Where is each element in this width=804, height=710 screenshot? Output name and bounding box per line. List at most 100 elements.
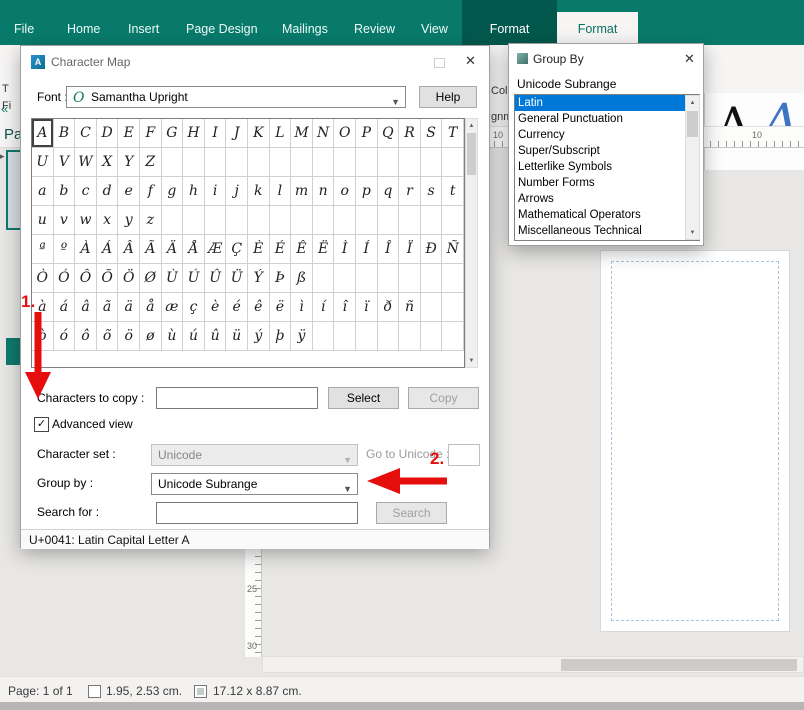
char-cell[interactable]: ï [356, 293, 378, 322]
group-by-list-item[interactable]: Number Forms [515, 175, 699, 191]
char-cell[interactable]: ä [118, 293, 140, 322]
group-by-list-item[interactable]: Latin [515, 95, 699, 111]
copy-button[interactable]: Copy [408, 387, 479, 409]
char-cell[interactable] [312, 322, 335, 351]
char-cell[interactable]: K [248, 119, 270, 148]
char-cell[interactable]: m [291, 177, 313, 206]
char-cell[interactable]: Þ [269, 264, 292, 293]
char-cell[interactable]: ö [118, 322, 140, 351]
char-cell[interactable]: ú [183, 322, 205, 351]
char-cell[interactable]: d [96, 177, 119, 206]
char-cell[interactable]: E [118, 119, 140, 148]
panel-arrow-icon[interactable]: ▸ [0, 151, 5, 162]
char-cell[interactable]: Ò [32, 264, 54, 293]
char-cell[interactable]: ã [96, 293, 119, 322]
char-cell[interactable]: Ñ [442, 235, 464, 264]
grid-scrollbar[interactable]: ▲ ▼ [465, 118, 478, 368]
char-cell[interactable]: W [75, 148, 97, 177]
char-cell[interactable] [420, 206, 443, 235]
char-cell[interactable] [183, 206, 205, 235]
char-cell[interactable]: è [204, 293, 227, 322]
group-by-dropdown[interactable]: Unicode Subrange ▼ [151, 473, 358, 495]
char-cell[interactable]: ò [32, 322, 54, 351]
char-cell[interactable] [269, 206, 292, 235]
char-cell[interactable]: k [248, 177, 270, 206]
tab-view[interactable]: View [421, 22, 448, 36]
close-icon[interactable]: ✕ [465, 53, 476, 69]
scroll-up-icon[interactable]: ▲ [686, 96, 699, 109]
contextual-tab-format[interactable]: Format [462, 22, 557, 36]
search-button[interactable]: Search [376, 502, 447, 524]
char-cell[interactable] [356, 264, 378, 293]
char-cell[interactable]: j [226, 177, 248, 206]
char-cell[interactable] [442, 293, 464, 322]
group-by-list-item[interactable]: Arrows [515, 191, 699, 207]
char-cell[interactable] [312, 148, 335, 177]
char-cell[interactable]: Ã [140, 235, 162, 264]
char-cell[interactable]: v [53, 206, 76, 235]
advanced-view-checkbox[interactable]: ✓ [34, 417, 49, 432]
char-cell[interactable] [161, 206, 184, 235]
status-page-indicator[interactable]: Page: 1 of 1 [8, 684, 73, 698]
char-cell[interactable]: V [53, 148, 76, 177]
char-cell[interactable] [420, 322, 443, 351]
char-cell[interactable]: Í [356, 235, 378, 264]
char-cell[interactable]: ü [226, 322, 248, 351]
char-cell[interactable]: á [53, 293, 76, 322]
search-input[interactable] [156, 502, 358, 524]
char-cell[interactable] [399, 264, 421, 293]
char-cell[interactable] [356, 322, 378, 351]
char-cell[interactable]: g [161, 177, 184, 206]
char-cell[interactable] [377, 264, 400, 293]
char-cell[interactable]: H [183, 119, 205, 148]
char-cell[interactable] [442, 322, 464, 351]
char-cell[interactable]: T [442, 119, 464, 148]
char-cell[interactable]: r [399, 177, 421, 206]
char-cell[interactable] [291, 148, 313, 177]
char-cell[interactable]: ð [377, 293, 400, 322]
char-cell[interactable]: q [377, 177, 400, 206]
char-cell[interactable]: È [248, 235, 270, 264]
char-cell[interactable]: â [75, 293, 97, 322]
group-by-list-item[interactable]: Super/Subscript [515, 143, 699, 159]
char-cell[interactable]: Q [377, 119, 400, 148]
select-button[interactable]: Select [328, 387, 399, 409]
char-cell[interactable]: Z [140, 148, 162, 177]
char-cell[interactable]: î [334, 293, 356, 322]
char-cell[interactable]: o [334, 177, 356, 206]
char-cell[interactable]: b [53, 177, 76, 206]
help-button[interactable]: Help [419, 86, 477, 108]
char-cell[interactable] [183, 148, 205, 177]
group-by-scrollbar-thumb[interactable] [687, 111, 698, 137]
tab-format-active[interactable]: Format [557, 12, 638, 45]
char-cell[interactable]: u [32, 206, 54, 235]
char-cell[interactable]: Ë [312, 235, 335, 264]
char-cell[interactable]: ó [53, 322, 76, 351]
char-cell[interactable]: Ú [183, 264, 205, 293]
chevron-down-icon[interactable]: ▼ [391, 92, 400, 112]
char-cell[interactable]: û [204, 322, 227, 351]
char-cell[interactable]: c [75, 177, 97, 206]
char-cell[interactable]: F [140, 119, 162, 148]
char-cell[interactable]: Ó [53, 264, 76, 293]
char-cell[interactable]: ô [75, 322, 97, 351]
char-cell[interactable]: É [269, 235, 292, 264]
horizontal-scrollbar[interactable] [262, 656, 804, 673]
char-cell[interactable]: x [96, 206, 119, 235]
char-cell[interactable]: ø [140, 322, 162, 351]
char-cell[interactable] [420, 264, 443, 293]
char-cell[interactable]: A [32, 119, 54, 148]
tab-file[interactable]: File [14, 22, 34, 36]
group-by-list-item[interactable]: Mathematical Operators [515, 207, 699, 223]
char-cell[interactable]: ë [269, 293, 292, 322]
maximize-icon[interactable] [434, 58, 445, 68]
scroll-down-icon[interactable]: ▼ [466, 354, 477, 367]
char-cell[interactable]: ý [248, 322, 270, 351]
char-cell[interactable]: Â [118, 235, 140, 264]
char-cell[interactable]: ì [291, 293, 313, 322]
tab-review[interactable]: Review [354, 22, 395, 36]
grid-scrollbar-thumb[interactable] [467, 133, 476, 175]
character-set-dropdown[interactable]: Unicode ▼ [151, 444, 358, 466]
char-cell[interactable]: t [442, 177, 464, 206]
close-icon[interactable]: ✕ [684, 51, 695, 67]
